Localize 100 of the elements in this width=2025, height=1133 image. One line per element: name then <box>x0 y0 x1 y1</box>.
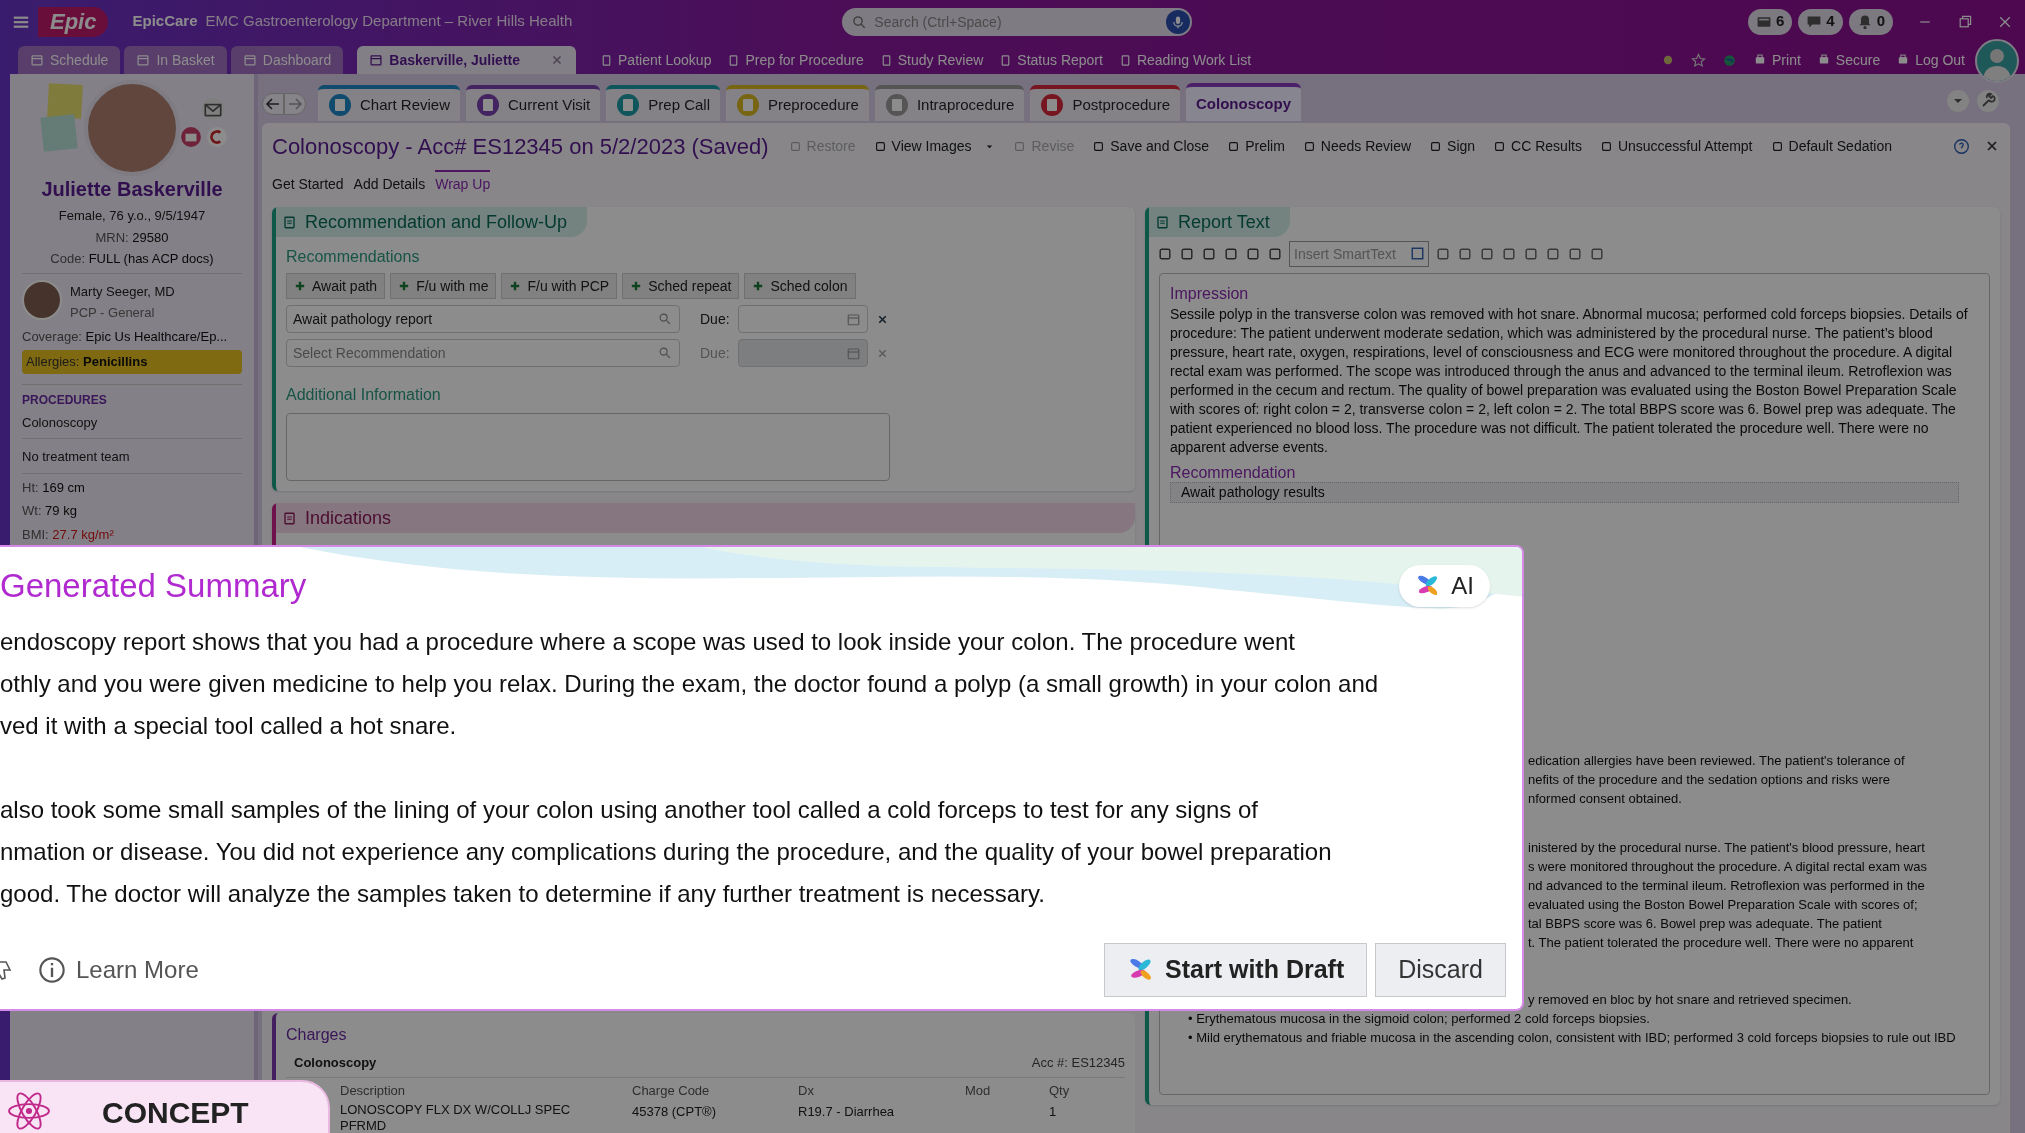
restore-icon[interactable] <box>1957 13 1973 30</box>
counter-badge[interactable]: 4 <box>1798 8 1843 35</box>
quick-add-button[interactable]: Sched repeat <box>622 273 740 299</box>
calendar-icon <box>845 345 861 361</box>
column-header: Mod <box>965 1081 992 1100</box>
date-field[interactable] <box>737 339 868 367</box>
nav-link[interactable]: Patient Lookup <box>600 49 712 71</box>
nav-tab[interactable]: In Basket <box>124 46 227 74</box>
section-heading: Recommendations <box>286 247 421 267</box>
action-icon <box>873 139 887 153</box>
nav-link[interactable]: Prep for Procedure <box>727 49 864 71</box>
activity-tab[interactable]: Prep Call <box>606 85 720 121</box>
calendar-icon <box>30 53 44 67</box>
note-icon <box>1155 214 1170 230</box>
patient-name[interactable]: Juliette Baskerville <box>22 174 242 204</box>
action-icon <box>788 139 802 153</box>
allergy-banner[interactable]: Allergies: Penicillins <box>22 350 242 374</box>
ai-badge: AI <box>1399 565 1490 607</box>
additional-info-field[interactable] <box>286 413 890 481</box>
nav-tab[interactable]: Dashboard <box>230 46 344 74</box>
recommendation-field[interactable]: Await pathology report <box>286 305 680 333</box>
toolbar-button[interactable]: Save and Close <box>1086 131 1216 161</box>
toolbar-button[interactable]: Default Sedation <box>1764 131 1899 161</box>
quick-add-button[interactable]: F/u with PCP <box>501 273 618 299</box>
action-icon <box>1770 139 1784 153</box>
learn-more-link[interactable]: Learn More <box>38 952 199 988</box>
activity-tab[interactable]: Preprocedure <box>726 85 869 121</box>
section-heading: Charges <box>286 1025 348 1045</box>
activity-tab[interactable]: Colonoscopy <box>1186 83 1302 121</box>
toolbar-button[interactable]: View Images <box>867 131 1002 161</box>
step-tab[interactable]: Add Details <box>353 170 426 199</box>
activity-tab[interactable]: Chart Review <box>318 85 461 121</box>
start-with-draft-button[interactable]: Start with Draft <box>1104 943 1368 997</box>
summary-paragraph: endoscopy report shows that you had a procedure where a scope was used to look inside your colon. The procedure went othly and you were given medicine to help you relax. During the exam, the doctor found a polyp (a small growth) in your colon and ved it with a special tool called a hot snare. <box>0 627 1380 741</box>
nav-link[interactable]: Study Review <box>879 49 984 71</box>
step-tab[interactable]: Wrap Up <box>435 170 491 199</box>
note-icon <box>282 214 297 230</box>
vital-sign: Wt: 79 kg <box>22 502 78 520</box>
summary-paragraph: also took some small samples of the lining of your colon using another tool called a cold forceps to test for any signs of nmation or disease. You did not experience any complications during the procedure, and the quality of your bowel preparation good. The doctor will analyze the samples taken to determine if any further treatment is necessary. <box>0 795 1333 909</box>
column-header: Charge Code <box>632 1081 711 1100</box>
code-status: Code: FULL (has ACP docs) <box>22 249 242 274</box>
calendar-icon <box>845 311 861 327</box>
nav-link[interactable]: Status Report <box>999 49 1103 71</box>
counter-badge[interactable]: 6 <box>1747 8 1793 35</box>
action-icon <box>1429 139 1443 153</box>
procedure-item[interactable]: Colonoscopy <box>22 412 242 439</box>
nav-link[interactable]: Reading Work List <box>1118 49 1252 71</box>
app-name: EpicCare <box>132 11 198 32</box>
toolbar-button[interactable]: Sign <box>1423 131 1482 161</box>
pcp-name[interactable]: Marty Seeger, MD <box>70 281 175 301</box>
table-cell-text: LONOSCOPY FLX DX W/COLLJ SPEC PFRMD <box>340 1102 572 1133</box>
toolbar-button[interactable]: CC Results <box>1487 131 1588 161</box>
table-cell-text: 1 <box>1049 1103 1058 1121</box>
charge-procedure: Colonoscopy <box>294 1054 377 1072</box>
patient-details: Female, 76 y.o., 9/5/1947 <box>57 207 207 225</box>
nav-tab[interactable]: Schedule <box>18 46 121 74</box>
section-heading: Additional Information <box>286 385 442 405</box>
column-header: Qty <box>1049 1081 1071 1100</box>
action-icon <box>1092 139 1106 153</box>
envelope-icon[interactable] <box>202 98 224 120</box>
quick-add-button[interactable]: Sched colon <box>744 273 856 299</box>
toolbar-button[interactable]: Unsuccessful Attempt <box>1593 131 1759 161</box>
wrench-icon[interactable] <box>1976 89 2000 113</box>
step-tab[interactable]: Get Started <box>272 170 344 199</box>
activity-tab[interactable]: Current Visit <box>466 85 601 121</box>
quick-add-button[interactable]: Await path <box>286 273 386 299</box>
bug-icon[interactable] <box>1661 53 1675 67</box>
activity-tab[interactable]: Postprocedure <box>1030 85 1180 121</box>
search-icon <box>658 346 672 360</box>
nav-tab[interactable]: Baskerville, Juliette <box>357 46 576 74</box>
treatment-team: No treatment team <box>22 447 242 474</box>
panel-header: Report Text <box>1149 207 1290 237</box>
report-paragraph: inistered by the procedural nurse. The patient's blood pressure, heart s were monitored throughout the procedure. A digital rectal exam was nd advanced to the terminal ileum. Retroflexion was performed in the evaluated using the Boston Bowel Preparation Scale with scores of; tal BBPS score was 6. Bowel prep was adequate. The patient t. The patient tolerated the procedure well. There were no apparent <box>1528 839 1928 952</box>
dropdown-icon[interactable] <box>1946 89 1970 113</box>
utility-link[interactable]: Secure <box>1816 49 1881 71</box>
action-icon <box>1493 139 1507 153</box>
action-icon <box>1302 139 1316 153</box>
due-label: Due: <box>700 343 730 363</box>
emblem-icon[interactable] <box>206 126 228 148</box>
utility-link[interactable]: Log Out <box>1896 49 1965 71</box>
counter-badge[interactable]: 0 <box>1848 8 1893 35</box>
column-header: Dx <box>798 1081 815 1100</box>
info-icon <box>38 956 66 984</box>
utility-link[interactable]: Print <box>1753 49 1801 71</box>
toolbar-button[interactable]: Needs Review <box>1296 131 1418 161</box>
action-icon <box>1227 139 1241 153</box>
activity-tab[interactable]: Intraprocedure <box>874 85 1025 121</box>
close-icon[interactable] <box>550 53 564 67</box>
action-icon <box>1599 139 1613 153</box>
user-avatar[interactable] <box>1975 39 2019 83</box>
quick-add-button[interactable]: F/u with me <box>390 273 497 299</box>
discard-button[interactable]: Discard <box>1375 943 1506 997</box>
search-icon <box>852 14 868 30</box>
vital-sign: Ht: 169 cm <box>22 478 86 497</box>
search-field[interactable]: Search (Ctrl+Space) <box>842 7 1193 36</box>
toolbar-button[interactable]: Prelim <box>1221 131 1291 161</box>
patient-mrn: MRN: 29580 <box>94 228 170 247</box>
date-field[interactable] <box>737 305 868 333</box>
smarttext-field[interactable]: Insert SmartText <box>1289 241 1429 267</box>
vital-sign: BMI: 27.7 kg/m² <box>22 525 115 544</box>
